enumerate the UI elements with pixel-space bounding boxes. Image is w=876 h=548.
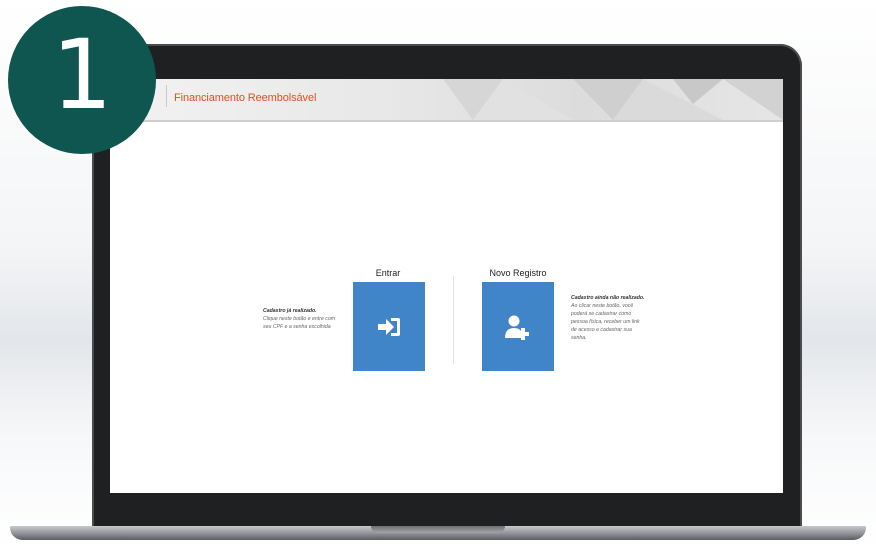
login-desc-title: Cadastro já realizado.	[263, 308, 317, 314]
laptop-base-notch	[371, 526, 505, 533]
register-desc-line: poderá se cadastrar como	[571, 311, 632, 318]
options-divider	[453, 276, 454, 364]
step-number: 1	[51, 19, 113, 131]
login-label: Entrar	[375, 268, 401, 278]
login-button[interactable]	[353, 282, 425, 371]
header-decoration	[443, 79, 783, 120]
register-label: Novo Registro	[489, 268, 547, 278]
login-desc-line: Clique neste botão e entre com	[263, 316, 336, 323]
login-description: Cadastro já realizado. Clique neste botã…	[263, 307, 349, 331]
register-desc-line: pessoa física, receber um link	[571, 319, 640, 326]
app-title: Financiamento Reembolsável	[174, 92, 317, 104]
register-description: Cadastro ainda não realizado. Ao clicar …	[571, 294, 663, 342]
sign-in-icon	[378, 317, 400, 336]
app-screen: Financiamento Reembolsável Entrar Cadast…	[110, 79, 783, 493]
step-badge: 1	[8, 6, 156, 154]
register-button[interactable]	[482, 282, 554, 371]
login-desc-line: seu CPF e a senha escolhida	[263, 324, 331, 331]
register-desc-line: senha.	[571, 335, 587, 342]
register-desc-line: de acesso e cadastrar sua	[571, 327, 632, 334]
register-desc-title: Cadastro ainda não realizado.	[571, 295, 645, 301]
app-header: Financiamento Reembolsável	[110, 79, 783, 122]
register-desc-line: Ao clicar neste botão, você	[571, 303, 634, 310]
add-user-icon	[505, 315, 529, 340]
